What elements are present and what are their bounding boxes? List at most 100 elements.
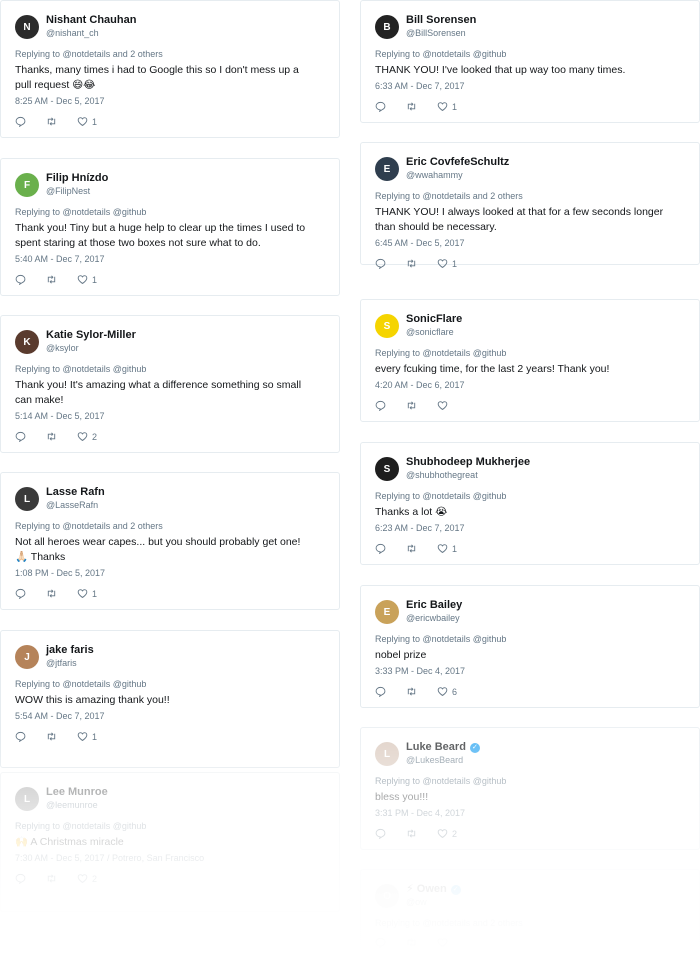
author-name[interactable]: Filip Hnízdo bbox=[46, 172, 108, 185]
author-handle[interactable]: @nishant_ch bbox=[46, 27, 136, 40]
tweet-card[interactable]: S SonicFlare @sonicflare Replying to @no… bbox=[360, 299, 700, 422]
avatar[interactable]: O bbox=[375, 884, 399, 908]
retweet-button[interactable] bbox=[46, 588, 57, 601]
reply-button[interactable] bbox=[15, 116, 26, 129]
author-name[interactable]: Nishant Chauhan bbox=[46, 14, 136, 27]
author-name[interactable]: Luke Beard bbox=[406, 741, 466, 754]
author-name[interactable]: Eric CovfefeSchultz bbox=[406, 156, 509, 169]
replying-to[interactable]: Replying to @notdetails and 2 others bbox=[15, 521, 325, 532]
author-name[interactable]: Lasse Rafn bbox=[46, 486, 105, 499]
replying-to[interactable]: Replying to @notdetails @github bbox=[375, 491, 685, 502]
avatar[interactable]: K bbox=[15, 330, 39, 354]
retweet-button[interactable] bbox=[46, 116, 57, 129]
retweet-button[interactable] bbox=[406, 400, 417, 413]
author-handle[interactable]: @ksylor bbox=[46, 342, 136, 355]
reply-button[interactable] bbox=[15, 731, 26, 744]
retweet-button[interactable] bbox=[406, 828, 417, 841]
tweet-card[interactable]: B Bill Sorensen @BillSorensen Replying t… bbox=[360, 0, 700, 123]
author-handle[interactable]: @shubhothegreat bbox=[406, 469, 530, 482]
avatar[interactable]: L bbox=[375, 742, 399, 766]
reply-button[interactable] bbox=[15, 588, 26, 601]
author-handle[interactable]: @FilipNest bbox=[46, 185, 108, 198]
tweet-timestamp[interactable]: 1:08 PM - Dec 5, 2017 bbox=[15, 567, 325, 580]
tweet-card[interactable]: E Eric Bailey @ericwbailey Replying to @… bbox=[360, 585, 700, 708]
avatar[interactable]: L bbox=[15, 487, 39, 511]
reply-button[interactable] bbox=[375, 543, 386, 556]
tweet-timestamp[interactable]: 5:14 AM - Dec 5, 2017 bbox=[15, 410, 325, 423]
tweet-timestamp[interactable]: 4:20 AM - Dec 6, 2017 bbox=[375, 379, 685, 392]
author-handle[interactable]: @sonicflare bbox=[406, 326, 462, 339]
tweet-card[interactable]: K Katie Sylor-Miller @ksylor Replying to… bbox=[0, 315, 340, 453]
like-button[interactable]: 1 bbox=[77, 116, 97, 129]
replying-to[interactable]: Replying to @notdetails @github bbox=[375, 348, 685, 359]
reply-button[interactable] bbox=[15, 274, 26, 287]
tweet-timestamp[interactable]: 5:40 AM - Dec 7, 2017 bbox=[15, 253, 325, 266]
replying-to[interactable]: Replying to @notdetails @github bbox=[375, 634, 685, 645]
like-button[interactable]: 1 bbox=[437, 543, 457, 556]
retweet-button[interactable] bbox=[406, 101, 417, 114]
tweet-card[interactable]: J jake faris @jtfaris Replying to @notde… bbox=[0, 630, 340, 768]
like-button[interactable]: 1 bbox=[437, 101, 457, 114]
tweet-timestamp[interactable]: 6:23 AM - Dec 7, 2017 bbox=[375, 522, 685, 535]
retweet-button[interactable] bbox=[46, 873, 57, 886]
avatar[interactable]: S bbox=[375, 457, 399, 481]
author-handle[interactable]: @ow bbox=[406, 896, 461, 909]
author-name[interactable]: ⚡ Owen bbox=[406, 883, 447, 896]
replying-to[interactable]: Replying to @notdetails @github bbox=[15, 679, 325, 690]
author-name[interactable]: Lee Munroe bbox=[46, 786, 108, 799]
retweet-button[interactable] bbox=[406, 937, 417, 950]
tweet-timestamp[interactable]: 6:33 AM - Dec 7, 2017 bbox=[375, 80, 685, 93]
avatar[interactable]: E bbox=[375, 600, 399, 624]
like-button[interactable] bbox=[437, 400, 452, 413]
author-name[interactable]: Katie Sylor-Miller bbox=[46, 329, 136, 342]
tweet-card[interactable]: L Lasse Rafn @LasseRafn Replying to @not… bbox=[0, 472, 340, 610]
replying-to[interactable]: Replying to @notdetails and 2 others bbox=[375, 918, 685, 929]
retweet-button[interactable] bbox=[406, 258, 417, 271]
replying-to[interactable]: Replying to @notdetails @github bbox=[375, 776, 685, 787]
author-handle[interactable]: @jtfaris bbox=[46, 657, 94, 670]
tweet-timestamp[interactable]: 3:33 PM - Dec 4, 2017 bbox=[375, 665, 685, 678]
reply-button[interactable] bbox=[15, 431, 26, 444]
author-handle[interactable]: @ericwbailey bbox=[406, 612, 462, 625]
replying-to[interactable]: Replying to @notdetails @github bbox=[15, 207, 325, 218]
reply-button[interactable] bbox=[375, 686, 386, 699]
replying-to[interactable]: Replying to @notdetails @github bbox=[375, 49, 685, 60]
tweet-card[interactable]: O ⚡ Owen ✓ @ow Replying to @notdetails a… bbox=[360, 869, 700, 965]
avatar[interactable]: L bbox=[15, 787, 39, 811]
tweet-card[interactable]: E Eric CovfefeSchultz @wwahammy Replying… bbox=[360, 142, 700, 269]
replying-to[interactable]: Replying to @notdetails and 2 others bbox=[375, 191, 685, 202]
author-name[interactable]: SonicFlare bbox=[406, 313, 462, 326]
like-button[interactable]: 1 bbox=[77, 588, 97, 601]
tweet-card[interactable]: L Luke Beard ✓ @LukesBeard Replying to @… bbox=[360, 727, 700, 850]
tweet-timestamp[interactable]: 6:45 AM - Dec 5, 2017 bbox=[375, 237, 685, 250]
avatar[interactable]: S bbox=[375, 314, 399, 338]
author-name[interactable]: Shubhodeep Mukherjee bbox=[406, 456, 530, 469]
like-button[interactable]: 2 bbox=[77, 431, 97, 444]
author-handle[interactable]: @leemunroe bbox=[46, 799, 108, 812]
retweet-button[interactable] bbox=[46, 431, 57, 444]
tweet-card[interactable]: F Filip Hnízdo @FilipNest Replying to @n… bbox=[0, 158, 340, 296]
retweet-button[interactable] bbox=[406, 686, 417, 699]
author-name[interactable]: Bill Sorensen bbox=[406, 14, 476, 27]
reply-button[interactable] bbox=[375, 258, 386, 271]
avatar[interactable]: F bbox=[15, 173, 39, 197]
like-button[interactable] bbox=[437, 937, 452, 950]
like-button[interactable]: 2 bbox=[437, 828, 457, 841]
reply-button[interactable] bbox=[375, 400, 386, 413]
like-button[interactable]: 1 bbox=[77, 274, 97, 287]
like-button[interactable]: 1 bbox=[77, 731, 97, 744]
author-handle[interactable]: @BillSorensen bbox=[406, 27, 476, 40]
author-handle[interactable]: @LukesBeard bbox=[406, 754, 480, 767]
replying-to[interactable]: Replying to @notdetails @github bbox=[15, 821, 325, 832]
tweet-card[interactable]: S Shubhodeep Mukherjee @shubhothegreat R… bbox=[360, 442, 700, 565]
like-button[interactable]: 2 bbox=[77, 873, 97, 886]
tweet-timestamp[interactable]: 7:30 AM - Dec 5, 2017 / Potrero, San Fra… bbox=[15, 852, 325, 865]
author-handle[interactable]: @wwahammy bbox=[406, 169, 509, 182]
reply-button[interactable] bbox=[15, 873, 26, 886]
tweet-timestamp[interactable]: 3:31 PM - Dec 4, 2017 bbox=[375, 807, 685, 820]
avatar[interactable]: B bbox=[375, 15, 399, 39]
like-button[interactable]: 6 bbox=[437, 686, 457, 699]
author-name[interactable]: jake faris bbox=[46, 644, 94, 657]
reply-button[interactable] bbox=[375, 101, 386, 114]
author-handle[interactable]: @LasseRafn bbox=[46, 499, 105, 512]
